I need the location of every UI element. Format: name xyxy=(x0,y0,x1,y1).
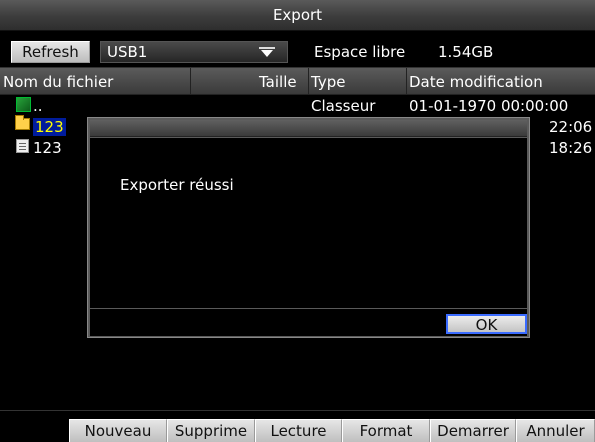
window-title: Export xyxy=(272,6,323,24)
list-item-type: Classeur xyxy=(311,97,376,115)
format-button[interactable]: Format xyxy=(342,419,430,442)
header-divider xyxy=(406,68,407,95)
new-button[interactable]: Nouveau xyxy=(69,419,167,442)
header-name[interactable]: Nom du fichier xyxy=(3,73,113,91)
list-item-date: 01-01-1970 00:00:00 xyxy=(409,97,569,115)
list-item-name: 123 xyxy=(33,139,62,157)
footer-bar: Nouveau Supprime Lecture Format Demarrer… xyxy=(0,410,595,442)
list-item-name: 123 xyxy=(33,118,66,136)
chevron-down-icon xyxy=(261,50,273,57)
dropdown-bar-icon xyxy=(259,47,275,49)
list-item-name: .. xyxy=(33,97,43,115)
device-select-value: USB1 xyxy=(107,43,148,61)
dialog-title-bar[interactable] xyxy=(90,120,527,137)
header-size[interactable]: Taille xyxy=(259,73,297,91)
cancel-button[interactable]: Annuler xyxy=(516,419,595,442)
dialog-body: Exporter réussi xyxy=(90,138,527,308)
start-button[interactable]: Demarrer xyxy=(430,419,516,442)
header-date[interactable]: Date modification xyxy=(409,73,543,91)
dialog-footer: OK xyxy=(90,309,527,336)
header-divider xyxy=(308,68,309,95)
folder-up-icon xyxy=(16,97,31,112)
delete-button[interactable]: Supprime xyxy=(167,419,255,442)
header-type[interactable]: Type xyxy=(311,73,345,91)
play-button[interactable]: Lecture xyxy=(255,419,342,442)
toolbar: Refresh USB1 Espace libre 1.54GB xyxy=(0,39,595,64)
folder-icon xyxy=(15,115,30,130)
file-list-header: Nom du fichier Taille Type Date modifica… xyxy=(0,68,595,95)
list-item-date: 18:26 xyxy=(549,139,593,157)
free-space-value: 1.54GB xyxy=(438,43,494,61)
export-window: Export Refresh USB1 Espace libre 1.54GB … xyxy=(0,0,595,442)
free-space-label: Espace libre xyxy=(314,43,406,61)
device-select[interactable]: USB1 xyxy=(100,41,288,63)
dialog-message: Exporter réussi xyxy=(120,176,234,194)
file-icon xyxy=(16,139,29,153)
header-divider xyxy=(190,68,191,95)
list-item[interactable]: .. Classeur 01-01-1970 00:00:00 xyxy=(0,96,595,117)
ok-button[interactable]: OK xyxy=(446,314,527,334)
list-item-date: 22:06 xyxy=(549,118,593,136)
refresh-button[interactable]: Refresh xyxy=(11,41,90,63)
title-bar: Export xyxy=(0,0,595,31)
message-dialog: Exporter réussi OK xyxy=(87,117,530,338)
